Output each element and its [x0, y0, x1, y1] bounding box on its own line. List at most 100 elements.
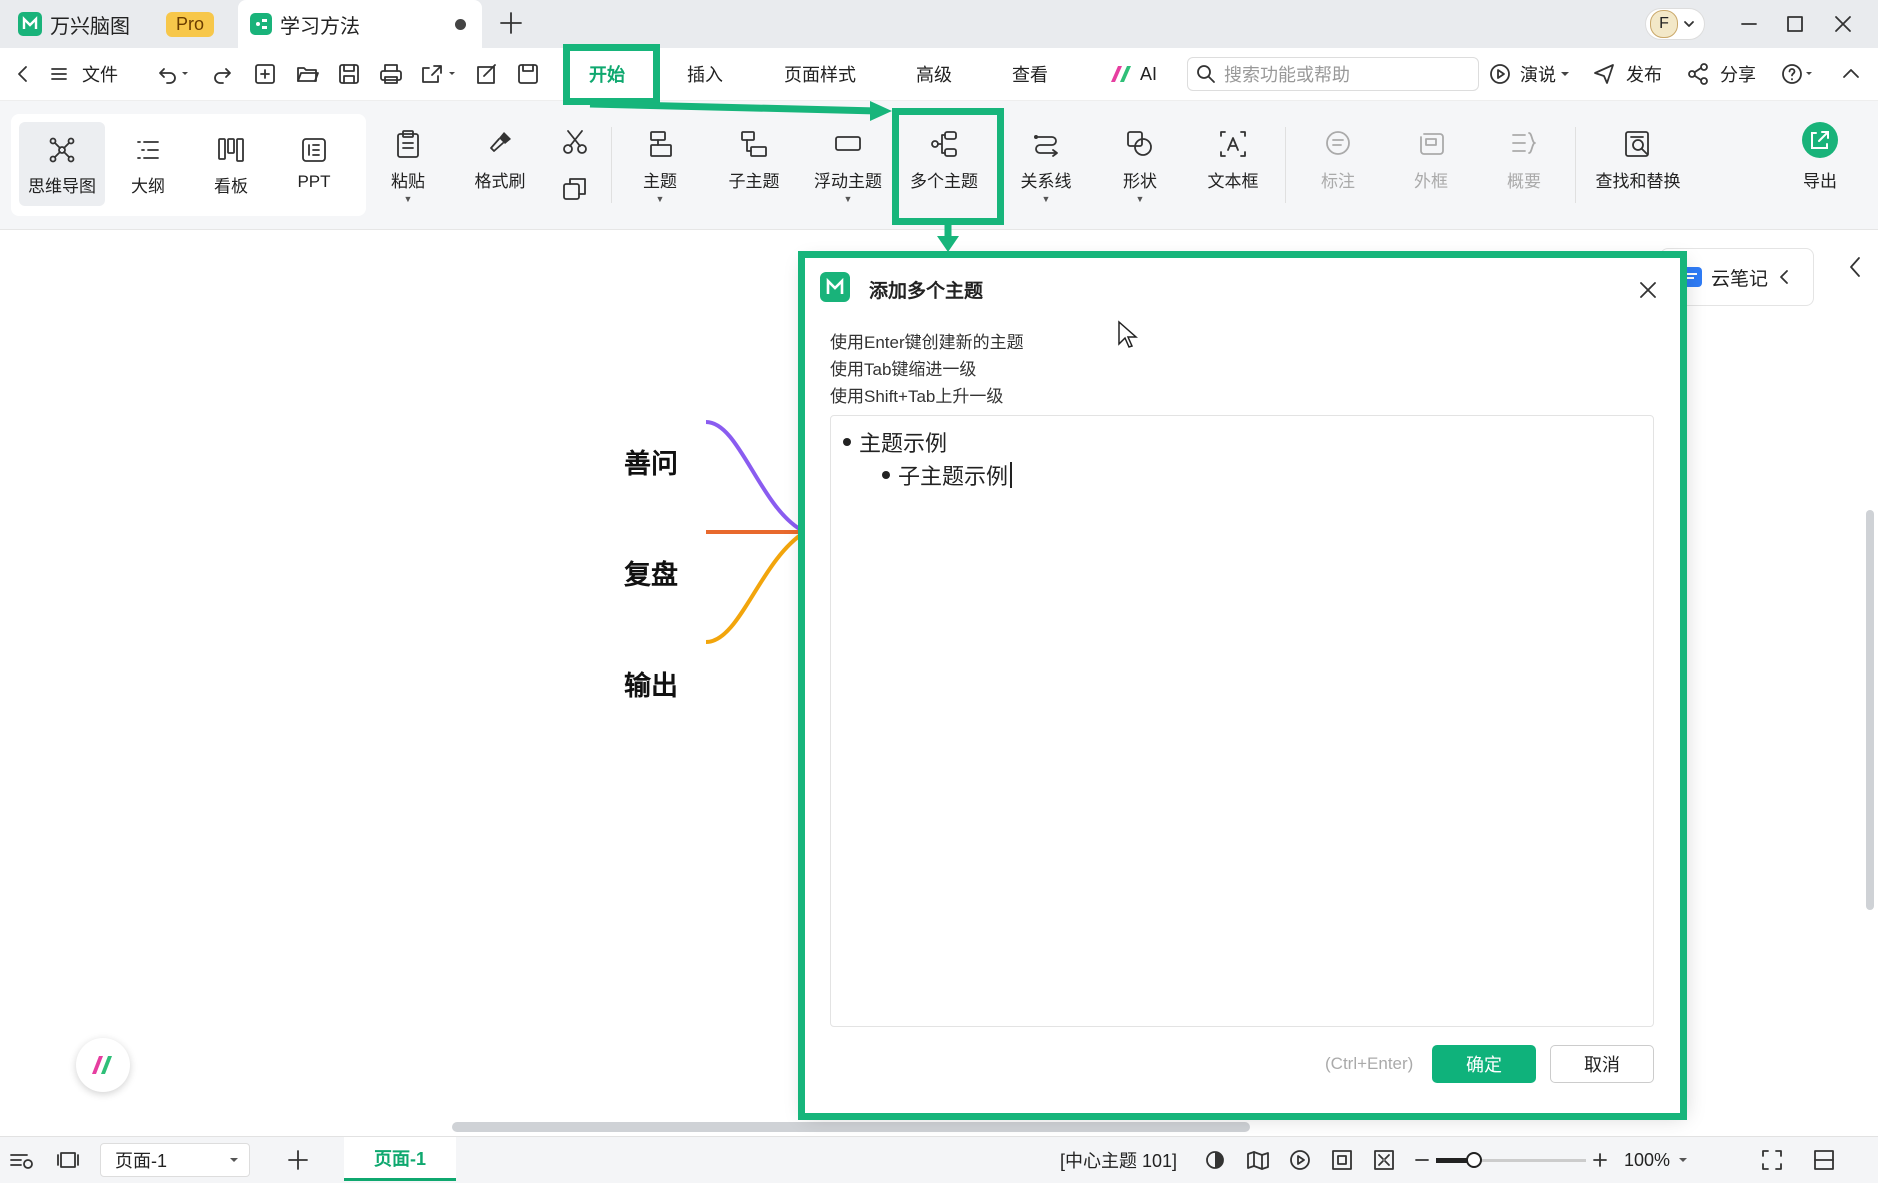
find-replace-icon [1625, 131, 1649, 157]
help-icon[interactable] [1780, 48, 1816, 100]
callout-button[interactable]: 标注 [1302, 129, 1374, 192]
export-share-icon[interactable] [420, 48, 460, 100]
view-mindmap-button[interactable]: 思维导图 [19, 136, 105, 197]
file-menu[interactable]: 文件 [82, 48, 118, 100]
relationship-label: 关系线 [1020, 172, 1072, 191]
search-input[interactable]: 搜索功能或帮助 [1187, 57, 1479, 91]
map-view-icon[interactable] [1246, 1137, 1270, 1183]
boundary-icon [1420, 133, 1444, 155]
unsaved-dot-icon[interactable] [455, 18, 466, 30]
maximize-icon[interactable] [1783, 12, 1807, 36]
topic-node[interactable]: 复盘 [624, 553, 678, 592]
shape-icon [1127, 131, 1152, 156]
status-bar: 页面-1 页面-1 [中心主题 101] 100% [0, 1136, 1878, 1183]
slides-view-icon[interactable] [56, 1137, 80, 1183]
page-select[interactable]: 页面-1 [100, 1143, 250, 1177]
cloud-notes-label: 云笔记 [1711, 268, 1769, 290]
topic-node[interactable]: 善问 [624, 442, 678, 481]
find-replace-button[interactable]: 查找和替换 [1590, 129, 1686, 192]
side-panel-toggle-icon[interactable] [1844, 254, 1866, 280]
menu-icon[interactable] [48, 48, 70, 100]
save-as-icon[interactable] [516, 48, 540, 100]
ppt-icon [302, 138, 326, 162]
view-kanban-button[interactable]: 看板 [196, 136, 266, 197]
save-icon[interactable] [337, 48, 361, 100]
copy-icon[interactable] [561, 175, 589, 203]
present-label: 演说 [1520, 65, 1556, 85]
page-tab[interactable]: 页面-1 [344, 1137, 456, 1181]
shape-button[interactable]: 形状 ▼ [1104, 129, 1176, 204]
app-tab[interactable]: 万兴脑图 Pro [18, 0, 215, 48]
outline-toggle-icon[interactable] [8, 1137, 36, 1183]
divider [611, 127, 612, 203]
cut-icon[interactable] [561, 128, 589, 156]
horizontal-scrollbar[interactable] [452, 1122, 1250, 1132]
zoom-slider-handle[interactable] [1466, 1152, 1482, 1168]
view-ppt-button[interactable]: PPT [279, 136, 349, 192]
publish-button[interactable]: 发布 [1592, 48, 1662, 100]
fullscreen-icon[interactable] [1760, 1137, 1784, 1183]
play-circle-icon [1490, 64, 1510, 84]
topic-node[interactable]: 输出 [624, 664, 678, 703]
topic-count: [中心主题 101] [1060, 1151, 1178, 1171]
back-icon[interactable] [12, 48, 34, 100]
export-label: 导出 [1803, 172, 1837, 191]
minimize-icon[interactable] [1737, 12, 1761, 36]
redo-icon[interactable] [212, 48, 234, 100]
document-tab[interactable]: 学习方法 [238, 0, 482, 48]
tab-insert[interactable]: 插入 [687, 48, 723, 100]
search-icon [1197, 65, 1215, 83]
fit-page-icon[interactable] [1330, 1137, 1354, 1183]
export-button[interactable]: 导出 [1788, 121, 1852, 192]
undo-icon[interactable] [156, 48, 190, 100]
zoom-in-icon[interactable] [1592, 1137, 1608, 1183]
ai-logo-icon [1111, 66, 1131, 82]
account-button[interactable]: F [1645, 8, 1705, 40]
play-icon[interactable] [1288, 1137, 1312, 1183]
format-painter-button[interactable]: 格式刷 [464, 129, 536, 192]
floating-topic-button[interactable]: 浮动主题 ▼ [808, 129, 888, 204]
zoom-level[interactable]: 100% [1624, 1137, 1688, 1183]
share-button[interactable]: 分享 [1686, 48, 1756, 100]
close-window-icon[interactable] [1831, 12, 1855, 36]
present-button[interactable]: 演说 [1488, 48, 1570, 100]
share-icon [1688, 63, 1708, 85]
theme-icon[interactable] [1204, 1137, 1226, 1183]
topic-button[interactable]: 主题 ▼ [628, 129, 692, 204]
add-page-icon[interactable] [286, 1137, 310, 1183]
print-icon[interactable] [378, 48, 404, 100]
summary-button[interactable]: 概要 [1488, 129, 1560, 192]
document-tab-title: 学习方法 [280, 15, 360, 38]
textbox-icon [1220, 131, 1246, 157]
floating-topic-icon [835, 136, 861, 151]
fit-window-icon[interactable] [1372, 1137, 1396, 1183]
zoom-out-icon[interactable] [1414, 1137, 1430, 1183]
app-name: 万兴脑图 [50, 15, 130, 38]
paste-button[interactable]: 粘贴 ▼ [376, 129, 440, 204]
ai-assistant-button[interactable] [76, 1038, 130, 1092]
chevron-down-icon [1679, 1158, 1688, 1162]
shape-label: 形状 [1123, 172, 1157, 191]
pro-badge[interactable]: Pro [166, 11, 215, 37]
collapse-ribbon-icon[interactable] [1840, 48, 1862, 100]
subtopic-button[interactable]: 子主题 [718, 129, 790, 192]
share-label: 分享 [1720, 65, 1756, 85]
brush-icon [490, 132, 511, 152]
tab-advanced[interactable]: 高级 [916, 48, 952, 100]
open-folder-icon[interactable] [295, 48, 319, 100]
textbox-button[interactable]: 文本框 [1195, 129, 1271, 192]
edit-icon[interactable] [475, 48, 499, 100]
vertical-scrollbar[interactable] [1866, 510, 1874, 910]
boundary-button[interactable]: 外框 [1395, 129, 1467, 192]
collapse-panel-icon[interactable] [1812, 1137, 1836, 1183]
chevron-down-icon [230, 1158, 238, 1162]
chevron-down-icon [1684, 21, 1694, 27]
tab-page-style[interactable]: 页面样式 [784, 48, 856, 100]
view-outline-button[interactable]: 大纲 [113, 136, 183, 197]
new-file-icon[interactable] [253, 48, 277, 100]
relationship-button[interactable]: 关系线 ▼ [1008, 129, 1084, 204]
tab-view[interactable]: 查看 [1012, 48, 1048, 100]
new-tab-plus-icon[interactable] [498, 10, 524, 36]
ai-button[interactable]: AI [1108, 48, 1157, 100]
kanban-icon [218, 138, 244, 162]
